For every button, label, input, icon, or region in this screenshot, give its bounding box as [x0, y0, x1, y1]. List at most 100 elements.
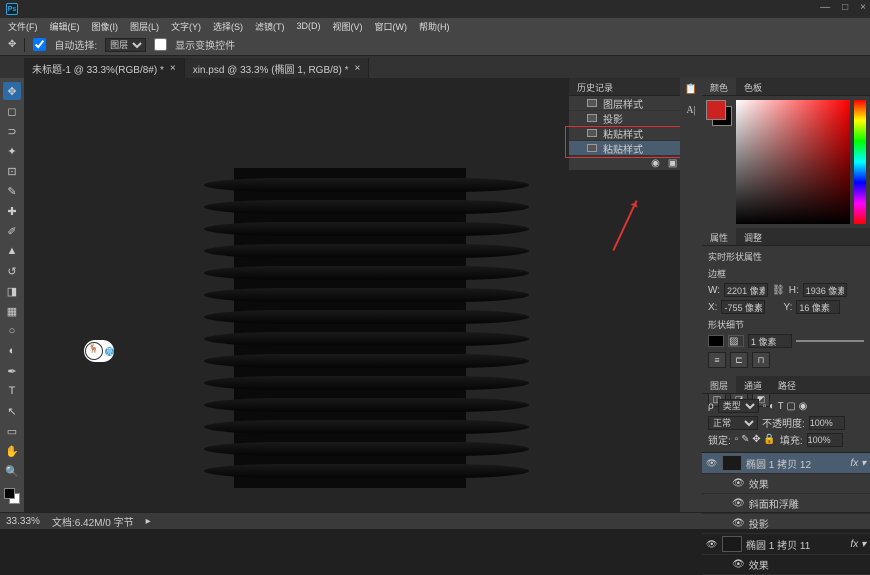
- current-colors[interactable]: [706, 100, 732, 126]
- channels-tab[interactable]: 通道: [736, 376, 770, 393]
- auto-select-target[interactable]: 图层: [105, 38, 146, 52]
- transform-controls-checkbox[interactable]: [154, 38, 167, 51]
- layer-row[interactable]: 👁椭圆 1 拷贝 12fx ▾: [702, 453, 870, 474]
- effect-item[interactable]: 👁 投影: [702, 514, 870, 534]
- menu-3d[interactable]: 3D(D): [293, 21, 325, 31]
- layer-thumb: [722, 455, 742, 471]
- minimize-button[interactable]: —: [820, 2, 830, 13]
- paths-tab[interactable]: 路径: [770, 376, 804, 393]
- effects-label[interactable]: 👁 效果: [702, 555, 870, 575]
- annotation-arrow: [612, 200, 637, 251]
- history-item[interactable]: 粘贴样式: [569, 141, 680, 156]
- bounds-label: 边框: [708, 267, 864, 280]
- crop-tool[interactable]: ⊡: [3, 162, 21, 180]
- menu-select[interactable]: 选择(S): [209, 20, 247, 33]
- filter-kind[interactable]: 类型: [718, 399, 759, 413]
- y-input[interactable]: [796, 300, 840, 314]
- shape-tool[interactable]: ▭: [3, 422, 21, 440]
- document-tab[interactable]: 未标题-1 @ 33.3%(RGB/8#) *×: [24, 58, 185, 78]
- stroke-swatch[interactable]: ▨: [728, 335, 744, 347]
- auto-select-checkbox[interactable]: [33, 38, 46, 51]
- artwork: [234, 168, 466, 488]
- heal-tool[interactable]: ✚: [3, 202, 21, 220]
- menu-image[interactable]: 图像(I): [88, 20, 123, 33]
- path-tool[interactable]: ↖: [3, 402, 21, 420]
- right-panels: 颜色 色板 属性 调整 实时形状属性 边框 W:⛓H: X:Y: 形状细节 ▨ …: [702, 78, 870, 512]
- x-input[interactable]: [721, 300, 765, 314]
- history-item[interactable]: 投影: [569, 111, 680, 126]
- visibility-icon[interactable]: 👁: [706, 539, 718, 550]
- color-tab[interactable]: 颜色: [702, 78, 736, 95]
- visibility-icon[interactable]: 👁: [706, 458, 718, 469]
- history-brush-tool[interactable]: ↺: [3, 262, 21, 280]
- history-tab[interactable]: 历史记录: [569, 78, 680, 96]
- camera-icon[interactable]: ◉: [651, 158, 660, 169]
- color-picker[interactable]: [736, 100, 850, 224]
- menubar: 文件(F) 编辑(E) 图像(I) 图层(L) 文字(Y) 选择(S) 滤镜(T…: [0, 18, 870, 34]
- cap-icon[interactable]: ⊏: [730, 352, 748, 368]
- shadow-icon: [587, 114, 597, 122]
- opacity-input[interactable]: [809, 416, 845, 430]
- effects-label[interactable]: 👁 效果: [702, 474, 870, 494]
- canvas[interactable]: 🦌亮 历史记录 图层样式 投影 粘贴样式 粘贴样式 ◉▣🗑: [24, 78, 680, 512]
- properties-title: 实时形状属性: [708, 250, 864, 263]
- menu-type[interactable]: 文字(Y): [167, 20, 205, 33]
- blur-tool[interactable]: ○: [3, 322, 21, 340]
- new-snapshot-icon[interactable]: ▣: [668, 158, 677, 169]
- move-tool[interactable]: ✥: [3, 82, 21, 100]
- eyedropper-tool[interactable]: ✎: [3, 182, 21, 200]
- layers-tab[interactable]: 图层: [702, 376, 736, 393]
- type-tool[interactable]: T: [3, 382, 21, 400]
- hand-tool[interactable]: ✋: [3, 442, 21, 460]
- menu-help[interactable]: 帮助(H): [415, 20, 454, 33]
- layer-style-icon: [587, 99, 597, 107]
- menu-layer[interactable]: 图层(L): [126, 20, 163, 33]
- document-tab[interactable]: xin.psd @ 33.3% (椭圆 1, RGB/8) *×: [185, 58, 370, 78]
- close-button[interactable]: ×: [860, 2, 866, 13]
- brush-tool[interactable]: ✐: [3, 222, 21, 240]
- blend-mode[interactable]: 正常: [708, 416, 758, 430]
- height-input[interactable]: [803, 283, 847, 297]
- paste-style-icon: [587, 144, 597, 152]
- layer-thumb: [722, 536, 742, 552]
- character-icon[interactable]: A|: [686, 105, 695, 116]
- history-icon[interactable]: 📋: [685, 84, 697, 95]
- zoom-level[interactable]: 33.33%: [6, 516, 40, 527]
- history-item[interactable]: 粘贴样式: [569, 126, 680, 141]
- align-icon[interactable]: ≡: [708, 352, 726, 368]
- gradient-tool[interactable]: ▦: [3, 302, 21, 320]
- dodge-tool[interactable]: ◐: [3, 342, 21, 360]
- maximize-button[interactable]: □: [842, 2, 848, 13]
- auto-select-label: 自动选择:: [54, 37, 97, 52]
- swatches-tab[interactable]: 色板: [736, 78, 770, 95]
- effect-item[interactable]: 👁 斜面和浮雕: [702, 494, 870, 514]
- watermark-badge: 🦌亮: [84, 340, 114, 362]
- layer-row[interactable]: 👁椭圆 1 拷贝 11fx ▾: [702, 534, 870, 555]
- transform-controls-label: 显示变换控件: [175, 37, 235, 52]
- fill-swatch[interactable]: [708, 335, 724, 347]
- wand-tool[interactable]: ✦: [3, 142, 21, 160]
- menu-edit[interactable]: 编辑(E): [46, 20, 84, 33]
- document-tabs: 未标题-1 @ 33.3%(RGB/8#) *× xin.psd @ 33.3%…: [0, 56, 870, 78]
- stroke-width[interactable]: [748, 334, 792, 348]
- menu-window[interactable]: 窗口(W): [371, 20, 412, 33]
- zoom-tool[interactable]: 🔍: [3, 462, 21, 480]
- width-input[interactable]: [724, 283, 768, 297]
- hue-slider[interactable]: [854, 100, 866, 224]
- layer-name: 椭圆 1 拷贝 12: [746, 456, 811, 471]
- menu-filter[interactable]: 滤镜(T): [251, 20, 289, 33]
- color-swatch[interactable]: [4, 488, 20, 504]
- properties-tab[interactable]: 属性: [702, 228, 736, 245]
- eraser-tool[interactable]: ◨: [3, 282, 21, 300]
- menu-view[interactable]: 视图(V): [329, 20, 367, 33]
- menu-file[interactable]: 文件(F): [4, 20, 42, 33]
- adjustments-tab[interactable]: 调整: [736, 228, 770, 245]
- join-icon[interactable]: ⊓: [752, 352, 770, 368]
- lasso-tool[interactable]: ⊃: [3, 122, 21, 140]
- history-item[interactable]: 图层样式: [569, 96, 680, 111]
- stamp-tool[interactable]: ▲: [3, 242, 21, 260]
- toolbar: ✥ ◻ ⊃ ✦ ⊡ ✎ ✚ ✐ ▲ ↺ ◨ ▦ ○ ◐ ✒ T ↖ ▭ ✋ 🔍: [0, 78, 24, 512]
- fill-input[interactable]: [807, 433, 843, 447]
- marquee-tool[interactable]: ◻: [3, 102, 21, 120]
- pen-tool[interactable]: ✒: [3, 362, 21, 380]
